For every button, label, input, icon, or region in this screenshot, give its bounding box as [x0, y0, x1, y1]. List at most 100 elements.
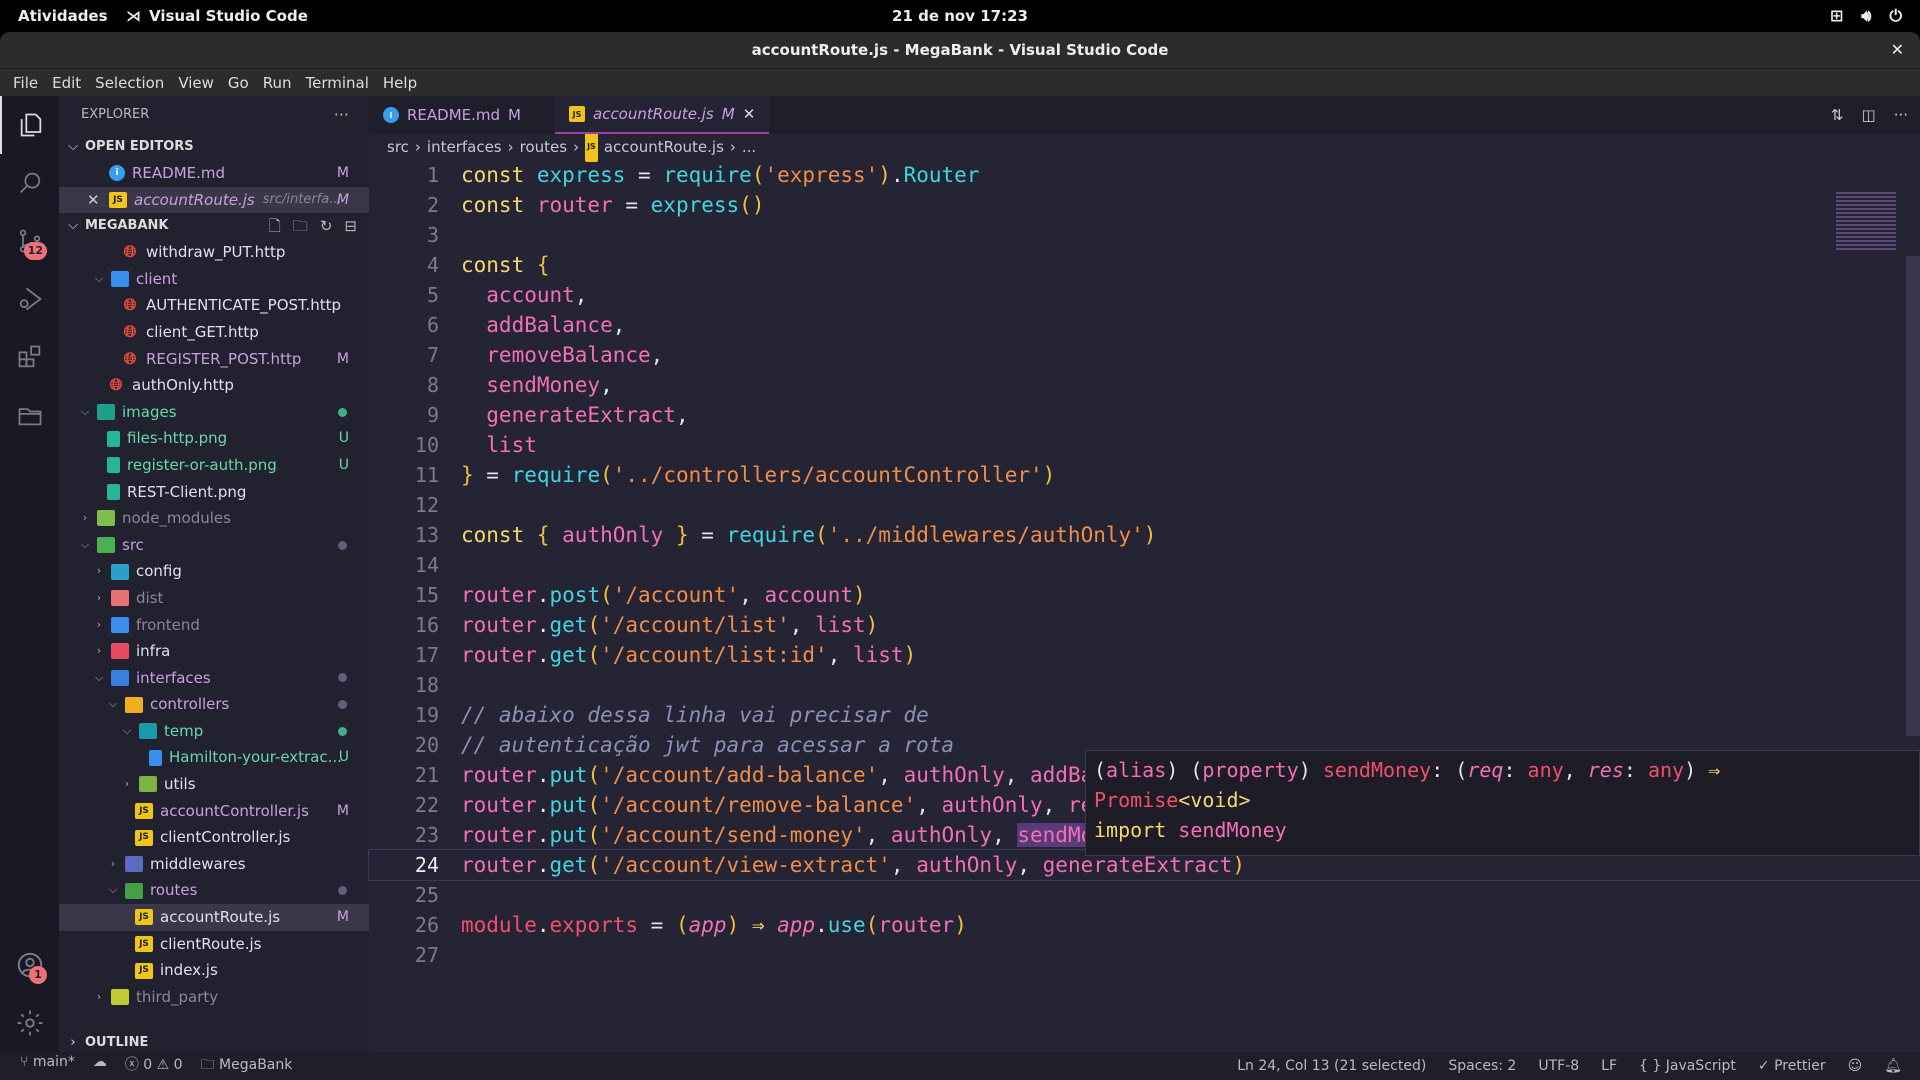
scrollbar[interactable]	[1906, 256, 1920, 736]
sync-icon[interactable]: ☁	[93, 1054, 107, 1078]
tree-item[interactable]: Hamilton-your-extrac... U	[59, 744, 369, 771]
code-line[interactable]: 26 module.exports = (app) ⇒ app.use(route…	[369, 910, 1920, 940]
code-line[interactable]: 15 router.post('/account', account)	[369, 580, 1920, 610]
code-line[interactable]: 4 const {	[369, 250, 1920, 280]
tab-accountroute[interactable]: JS accountRoute.js M ✕	[555, 96, 770, 134]
megabank-section[interactable]: ⌵ MEGABANK 🗋 🗀 ↻ ⊟	[59, 213, 369, 239]
explorer-icon[interactable]	[0, 96, 59, 154]
open-changes-icon[interactable]: ⇅	[1831, 106, 1844, 124]
code-line[interactable]: 11} = require('../controllers/accountCon…	[369, 460, 1920, 490]
breadcrumb-item[interactable]: accountRoute.js	[604, 134, 724, 160]
code-line[interactable]: 16 router.get('/account/list', list)	[369, 610, 1920, 640]
tree-item[interactable]: › utils	[59, 771, 369, 798]
volume-icon[interactable]: 🔊︎	[1861, 6, 1871, 26]
code-line[interactable]: 13 const { authOnly } = require('../middl…	[369, 520, 1920, 550]
close-tab-icon[interactable]: ✕	[743, 105, 756, 123]
search-icon[interactable]	[0, 154, 59, 212]
power-icon[interactable]: ⏻	[1889, 6, 1902, 26]
encoding[interactable]: UTF-8	[1538, 1058, 1579, 1074]
breadcrumb-item[interactable]: ...	[742, 134, 756, 160]
menu-terminal[interactable]: Terminal	[299, 74, 376, 92]
code-line[interactable]: 7 removeBalance,	[369, 340, 1920, 370]
open-editors-section[interactable]: ⌵ OPEN EDITORS	[59, 134, 369, 160]
tree-item[interactable]: REST-Client.png	[59, 479, 369, 506]
branch-item[interactable]: ⑂ main*	[20, 1054, 75, 1078]
tree-item[interactable]: › dist	[59, 585, 369, 612]
code-line[interactable]: 6 addBalance,	[369, 310, 1920, 340]
tree-item[interactable]: JS accountController.js M	[59, 798, 369, 825]
code-line[interactable]: 27	[369, 940, 1920, 970]
run-debug-icon[interactable]	[0, 270, 59, 328]
code-editor[interactable]: 1 const express = require('express').Rout…	[368, 160, 1920, 1052]
remote-explorer-icon[interactable]	[0, 386, 59, 444]
accounts-icon[interactable]: 1	[0, 936, 59, 994]
source-control-icon[interactable]: 12	[0, 212, 59, 270]
code-line[interactable]: 9 generateExtract,	[369, 400, 1920, 430]
menu-edit[interactable]: Edit	[45, 74, 88, 92]
extensions-icon[interactable]	[0, 328, 59, 386]
tree-item[interactable]: JS accountRoute.js M	[59, 904, 369, 931]
indentation[interactable]: Spaces: 2	[1448, 1058, 1516, 1074]
tree-item[interactable]: JS clientController.js	[59, 824, 369, 851]
code-line[interactable]: 19 // abaixo dessa linha vai precisar de	[369, 700, 1920, 730]
network-icon[interactable]: ⊞	[1830, 6, 1843, 26]
tree-item[interactable]: register-or-auth.png U	[59, 452, 369, 479]
breadcrumb-item[interactable]: interfaces	[427, 134, 502, 160]
tree-item[interactable]: › infra	[59, 638, 369, 665]
code-line[interactable]: 12	[369, 490, 1920, 520]
more-actions-icon[interactable]: ···	[334, 96, 349, 134]
tree-item[interactable]: ⌵ client	[59, 266, 369, 293]
menu-help[interactable]: Help	[376, 74, 424, 92]
feedback-icon[interactable]: ☺	[1848, 1058, 1863, 1074]
breadcrumb-item[interactable]: routes	[520, 134, 567, 160]
tree-item[interactable]: › third_party	[59, 984, 369, 1011]
tree-item[interactable]: ⌵ interfaces	[59, 665, 369, 692]
folder-item[interactable]: 🗀 MegaBank	[201, 1054, 293, 1078]
code-line[interactable]: 14	[369, 550, 1920, 580]
close-window-icon[interactable]: ✕	[1891, 32, 1904, 68]
minimap[interactable]	[1790, 160, 1920, 1052]
tree-item[interactable]: › frontend	[59, 612, 369, 639]
code-line[interactable]: 2 const router = express()	[369, 190, 1920, 220]
tree-item[interactable]: ⌵ temp	[59, 718, 369, 745]
code-line[interactable]: 5 account,	[369, 280, 1920, 310]
collapse-all-icon[interactable]: ⊟	[344, 213, 357, 239]
tree-item[interactable]: 🌐︎ authOnly.http	[59, 372, 369, 399]
tree-item[interactable]: 🌐︎ AUTHENTICATE_POST.http	[59, 292, 369, 319]
menu-view[interactable]: View	[171, 74, 221, 92]
tree-item[interactable]: › node_modules	[59, 505, 369, 532]
tree-item[interactable]: ⌵ routes	[59, 877, 369, 904]
menu-selection[interactable]: Selection	[88, 74, 171, 92]
tree-item[interactable]: 🌐︎ REGISTER_POST.http M	[59, 346, 369, 373]
code-line[interactable]: 8 sendMoney,	[369, 370, 1920, 400]
split-editor-icon[interactable]: ◫	[1862, 106, 1876, 124]
code-line[interactable]: 3	[369, 220, 1920, 250]
code-line[interactable]: 17 router.get('/account/list:id', list)	[369, 640, 1920, 670]
tree-item[interactable]: JS clientRoute.js	[59, 931, 369, 958]
tree-item[interactable]: 🌐︎ client_GET.http	[59, 319, 369, 346]
breadcrumb-item[interactable]: src	[387, 134, 409, 160]
menu-run[interactable]: Run	[256, 74, 299, 92]
tree-item[interactable]: files-http.png U	[59, 425, 369, 452]
tab-readme[interactable]: i README.md M	[369, 96, 535, 134]
menu-file[interactable]: File	[6, 74, 45, 92]
app-menu[interactable]: ⋊ Visual Studio Code	[126, 7, 308, 25]
tree-item[interactable]: ⌵ src	[59, 532, 369, 559]
settings-gear-icon[interactable]	[0, 994, 59, 1052]
new-folder-icon[interactable]: 🗀	[293, 213, 308, 239]
notifications-bell-icon[interactable]: 🔔︎	[1884, 1058, 1902, 1074]
more-actions-icon[interactable]: ···	[1894, 106, 1908, 124]
open-editor-accountroute[interactable]: ✕ JS accountRoute.js src/interfa... M	[59, 186, 369, 214]
problems-item[interactable]: ⓧ 0 ⚠ 0	[125, 1054, 183, 1078]
code-line[interactable]: 18	[369, 670, 1920, 700]
tree-item[interactable]: 🌐︎ withdraw_PUT.http	[59, 239, 369, 266]
language-mode[interactable]: { } JavaScript	[1639, 1058, 1736, 1074]
tree-item[interactable]: › middlewares	[59, 851, 369, 878]
prettier-item[interactable]: ✓ Prettier	[1758, 1058, 1826, 1074]
code-line[interactable]: 25	[369, 880, 1920, 910]
cursor-position[interactable]: Ln 24, Col 13 (21 selected)	[1237, 1058, 1426, 1074]
tree-item[interactable]: › config	[59, 558, 369, 585]
code-line[interactable]: 10 list	[369, 430, 1920, 460]
open-editor-readme[interactable]: i README.md M	[59, 160, 369, 187]
tree-item[interactable]: JS index.js	[59, 957, 369, 984]
